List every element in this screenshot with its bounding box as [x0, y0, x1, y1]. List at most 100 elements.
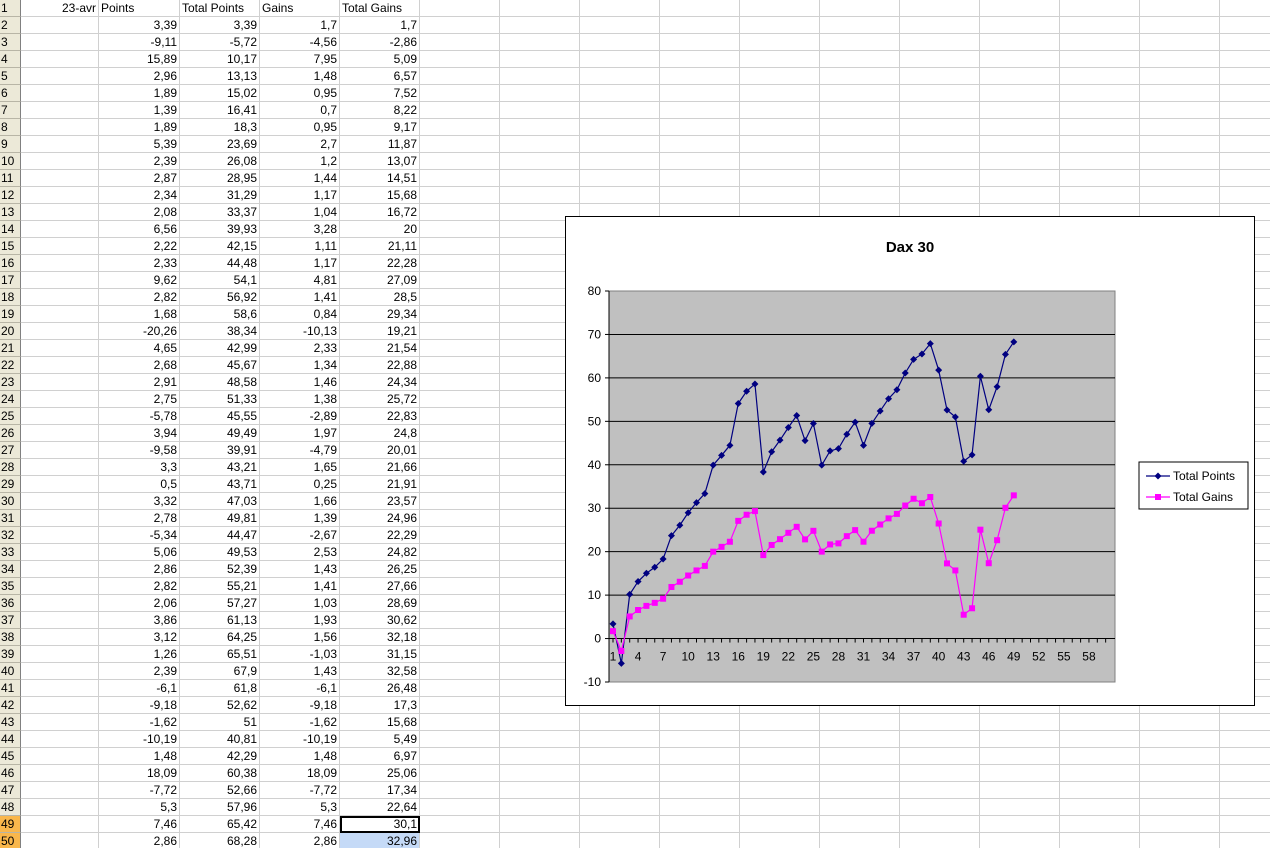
data-cell[interactable]: 64,25 [180, 629, 260, 646]
data-cell[interactable]: 24,82 [340, 544, 420, 561]
empty-cell[interactable] [980, 102, 1060, 119]
empty-cell[interactable] [21, 102, 99, 119]
empty-cell[interactable] [21, 170, 99, 187]
empty-cell[interactable] [420, 510, 500, 527]
row-header[interactable]: 33 [0, 544, 21, 561]
row-header[interactable]: 17 [0, 272, 21, 289]
row-header[interactable]: 22 [0, 357, 21, 374]
empty-cell[interactable] [740, 782, 820, 799]
data-cell[interactable]: 45,67 [180, 357, 260, 374]
empty-cell[interactable] [660, 0, 740, 17]
data-cell[interactable]: -9,11 [99, 34, 180, 51]
data-cell[interactable]: -5,72 [180, 34, 260, 51]
empty-cell[interactable] [820, 731, 900, 748]
data-cell[interactable]: 67,9 [180, 663, 260, 680]
data-cell[interactable]: 2,82 [99, 578, 180, 595]
empty-cell[interactable] [21, 68, 99, 85]
empty-cell[interactable] [1220, 119, 1270, 136]
empty-cell[interactable] [500, 782, 580, 799]
empty-cell[interactable] [21, 136, 99, 153]
data-cell[interactable]: 1,97 [260, 425, 340, 442]
empty-cell[interactable] [660, 102, 740, 119]
empty-cell[interactable] [580, 0, 660, 17]
empty-cell[interactable] [580, 799, 660, 816]
empty-cell[interactable] [1220, 731, 1270, 748]
empty-cell[interactable] [660, 17, 740, 34]
data-cell[interactable]: 1,34 [260, 357, 340, 374]
data-cell[interactable]: 15,68 [340, 187, 420, 204]
empty-cell[interactable] [1220, 170, 1270, 187]
data-cell[interactable]: 29,34 [340, 306, 420, 323]
data-cell[interactable]: 1,43 [260, 663, 340, 680]
empty-cell[interactable] [420, 289, 500, 306]
empty-cell[interactable] [660, 51, 740, 68]
empty-cell[interactable] [980, 799, 1060, 816]
data-cell[interactable]: 31,29 [180, 187, 260, 204]
row-header[interactable]: 5 [0, 68, 21, 85]
data-cell[interactable]: 32,18 [340, 629, 420, 646]
row-header[interactable]: 3 [0, 34, 21, 51]
row-header[interactable]: 16 [0, 255, 21, 272]
data-cell[interactable]: 18,09 [99, 765, 180, 782]
data-cell[interactable]: 0,25 [260, 476, 340, 493]
data-cell[interactable]: -7,72 [260, 782, 340, 799]
empty-cell[interactable] [420, 306, 500, 323]
data-cell[interactable]: 22,28 [340, 255, 420, 272]
empty-cell[interactable] [21, 289, 99, 306]
empty-cell[interactable] [420, 255, 500, 272]
empty-cell[interactable] [500, 816, 580, 833]
data-cell[interactable]: 24,34 [340, 374, 420, 391]
data-cell[interactable]: 17,3 [340, 697, 420, 714]
empty-cell[interactable] [820, 816, 900, 833]
empty-cell[interactable] [1220, 833, 1270, 848]
empty-cell[interactable] [1060, 102, 1140, 119]
empty-cell[interactable] [420, 680, 500, 697]
empty-cell[interactable] [420, 136, 500, 153]
empty-cell[interactable] [21, 187, 99, 204]
data-cell[interactable]: 30,1 [340, 816, 420, 833]
data-cell[interactable]: 48,58 [180, 374, 260, 391]
empty-cell[interactable] [1220, 799, 1270, 816]
empty-cell[interactable] [420, 51, 500, 68]
empty-cell[interactable] [420, 476, 500, 493]
row-header[interactable]: 19 [0, 306, 21, 323]
empty-cell[interactable] [420, 816, 500, 833]
empty-cell[interactable] [580, 119, 660, 136]
data-cell[interactable]: 51 [180, 714, 260, 731]
empty-cell[interactable] [21, 493, 99, 510]
row-header[interactable]: 40 [0, 663, 21, 680]
empty-cell[interactable] [21, 680, 99, 697]
empty-cell[interactable] [500, 136, 580, 153]
empty-cell[interactable] [660, 731, 740, 748]
empty-cell[interactable] [580, 714, 660, 731]
row-header[interactable]: 4 [0, 51, 21, 68]
empty-cell[interactable] [420, 544, 500, 561]
empty-cell[interactable] [21, 408, 99, 425]
data-cell[interactable]: 13,13 [180, 68, 260, 85]
data-cell[interactable]: 51,33 [180, 391, 260, 408]
empty-cell[interactable] [1140, 68, 1220, 85]
empty-cell[interactable] [580, 136, 660, 153]
empty-cell[interactable] [420, 119, 500, 136]
empty-cell[interactable] [420, 85, 500, 102]
data-cell[interactable]: 1,48 [99, 748, 180, 765]
row-header[interactable]: 8 [0, 119, 21, 136]
empty-cell[interactable] [21, 476, 99, 493]
empty-cell[interactable] [820, 765, 900, 782]
empty-cell[interactable] [500, 833, 580, 848]
empty-cell[interactable] [820, 102, 900, 119]
empty-cell[interactable] [1220, 136, 1270, 153]
row-header[interactable]: 42 [0, 697, 21, 714]
empty-cell[interactable] [580, 765, 660, 782]
empty-cell[interactable] [980, 119, 1060, 136]
data-cell[interactable]: 2,08 [99, 204, 180, 221]
empty-cell[interactable] [580, 187, 660, 204]
data-cell[interactable]: -9,18 [99, 697, 180, 714]
data-cell[interactable]: -5,34 [99, 527, 180, 544]
empty-cell[interactable] [660, 782, 740, 799]
empty-cell[interactable] [21, 153, 99, 170]
empty-cell[interactable] [1060, 170, 1140, 187]
empty-cell[interactable] [420, 714, 500, 731]
empty-cell[interactable] [21, 323, 99, 340]
empty-cell[interactable] [580, 731, 660, 748]
